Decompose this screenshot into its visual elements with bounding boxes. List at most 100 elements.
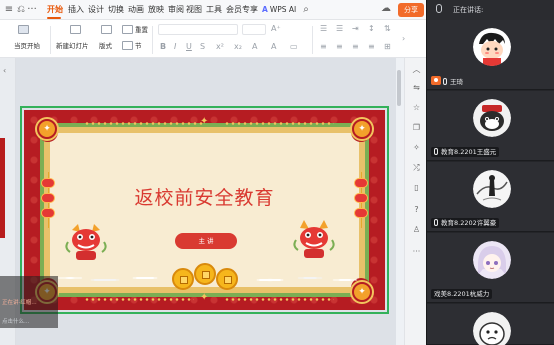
wps-presentation-app: ≡ ⎌ ··· 开始 插入 设计 切换 动画 放映 审阅 视图 工具 会员专享 …	[0, 0, 426, 345]
slide-preview[interactable]: ✦ ✦ ✦ ✦ ✦ ✦ 返校前安全教育 主 讲	[24, 110, 385, 310]
participant-name-text: 王琦	[450, 78, 463, 86]
menu-tools[interactable]: 工具	[206, 4, 222, 16]
wps-ai-icon: A	[262, 5, 268, 14]
menu-slideshow[interactable]: 放映	[148, 4, 164, 16]
menu-icon[interactable]: ≡	[3, 3, 15, 17]
menu-member[interactable]: 会员专享	[226, 4, 258, 16]
floating-caption-overlay[interactable]: 正在讲·红帽… 点击什么…	[0, 276, 58, 328]
underline-icon[interactable]: U	[186, 42, 192, 52]
align-right-icon[interactable]: ≡	[352, 42, 359, 52]
layout-icon[interactable]	[101, 25, 112, 34]
expand-ribbon-icon[interactable]: ›	[402, 34, 405, 44]
section-icon[interactable]	[122, 41, 133, 50]
menu-animation[interactable]: 动画	[128, 4, 144, 16]
grow-font-icon[interactable]: A⁺	[271, 24, 281, 34]
shirt-icon[interactable]: ♙	[411, 224, 422, 235]
presenter-badge: 主 讲	[175, 233, 237, 249]
justify-icon[interactable]: ≡	[368, 42, 375, 52]
bullets-icon[interactable]: ☰	[320, 24, 327, 34]
participant-tile[interactable]: 王琦	[427, 20, 554, 90]
menu-view[interactable]: 视图	[186, 4, 202, 16]
overlay-line-1: 正在讲·红帽…	[2, 300, 37, 306]
numbering-icon[interactable]: ☰	[336, 24, 343, 34]
share-button[interactable]: 分享	[398, 3, 424, 17]
participant-name: 戏美8.2201杭威力	[431, 289, 493, 300]
help-icon[interactable]: ?	[411, 204, 422, 215]
participant-tile[interactable]: 教育8.2201王盛元	[427, 91, 554, 161]
copy-icon[interactable]: ❐	[411, 122, 422, 133]
mic-status-icon	[434, 148, 438, 155]
subscript-icon[interactable]: x₂	[234, 42, 242, 52]
mic-status-icon	[434, 219, 438, 226]
more-tools-icon[interactable]: ···	[411, 246, 422, 257]
new-slide-label[interactable]: 新建幻灯片	[56, 42, 89, 51]
vertical-scrollbar[interactable]	[397, 70, 401, 106]
menu-design[interactable]: 设计	[88, 4, 104, 16]
coin-icon	[172, 268, 194, 290]
bold-icon[interactable]: B	[160, 42, 166, 52]
new-slide-icon[interactable]	[70, 25, 81, 34]
ribbon-divider	[312, 26, 313, 54]
ribbon-divider	[50, 26, 51, 54]
wps-ai-label: WPS AI	[269, 5, 297, 14]
overlay-line-2: 点击什么…	[2, 319, 30, 325]
menu-transitions[interactable]: 切换	[108, 4, 124, 16]
distribute-icon[interactable]: ⊞	[384, 42, 391, 52]
more-icon[interactable]: ···	[26, 3, 38, 17]
gold-dots	[224, 122, 334, 125]
indent-icon[interactable]: ⇥	[352, 24, 359, 34]
active-tab-indicator	[47, 17, 61, 19]
book-icon[interactable]: ▯	[411, 182, 422, 193]
play-from-current-label[interactable]: 当页开始	[14, 42, 40, 51]
animation-icon[interactable]: ✧	[411, 142, 422, 153]
meeting-participants-panel: 正在讲话: 王琦 教育8.2201王盛元 教育8.2202许翼豪 戏美8.220…	[426, 0, 554, 345]
section-label[interactable]: 节	[135, 42, 142, 51]
font-name-select[interactable]	[158, 24, 238, 35]
slide-title: 返校前安全教育	[134, 187, 275, 209]
collapse-icon[interactable]: ︿	[411, 64, 422, 75]
star-ornament: ✦	[200, 292, 209, 303]
font-color-icon[interactable]: A	[252, 42, 257, 52]
reset-icon[interactable]	[122, 25, 133, 34]
coin-icon	[194, 263, 216, 285]
shadow-icon[interactable]: ▭	[290, 42, 298, 52]
search-icon[interactable]: ⌕	[300, 3, 312, 17]
font-size-select[interactable]	[242, 24, 266, 35]
play-from-current-icon[interactable]	[18, 25, 29, 34]
avatar	[473, 241, 511, 279]
strikethrough-icon[interactable]: S	[200, 42, 205, 52]
participant-name: 教育8.2202许翼豪	[431, 218, 500, 229]
avatar	[473, 170, 511, 208]
participant-tile[interactable]: 教育8.2202许翼豪	[427, 162, 554, 232]
transition-icon[interactable]: ⤮	[411, 162, 422, 173]
line-spacing-icon[interactable]: ↕	[368, 24, 375, 34]
star-icon[interactable]: ☆	[411, 102, 422, 113]
cloud-sync-icon[interactable]: ☁	[381, 3, 391, 14]
align-center-icon[interactable]: ≡	[336, 42, 343, 52]
reset-label[interactable]: 重置	[135, 26, 148, 35]
speaking-label: 正在讲话:	[453, 6, 484, 14]
superscript-icon[interactable]: x²	[216, 42, 224, 52]
collapse-panel-icon[interactable]: ‹	[3, 66, 6, 75]
wps-ai-button[interactable]: A WPS AI	[262, 4, 296, 16]
speaking-header: 正在讲话:	[427, 0, 554, 20]
host-icon	[431, 76, 441, 85]
slide-thumbnail[interactable]	[0, 138, 5, 238]
microphone-icon	[436, 4, 442, 13]
italic-icon[interactable]: I	[174, 42, 176, 52]
avatar	[473, 28, 511, 66]
highlight-icon[interactable]: A	[271, 42, 276, 52]
avatar	[473, 312, 511, 345]
participant-name: 教育8.2201王盛元	[431, 147, 500, 158]
text-direction-icon[interactable]: ⇅	[384, 24, 391, 34]
menu-home[interactable]: 开始	[47, 4, 63, 16]
participant-name-text: 教育8.2202许翼豪	[441, 219, 497, 227]
corner-ornament	[352, 119, 372, 139]
layout-label[interactable]: 版式	[99, 42, 112, 51]
participant-tile[interactable]	[427, 304, 554, 345]
participant-tile[interactable]: 戏美8.2201杭威力	[427, 233, 554, 303]
property-icon[interactable]: ⇋	[411, 82, 422, 93]
menu-insert[interactable]: 插入	[68, 4, 84, 16]
align-left-icon[interactable]: ≡	[320, 42, 327, 52]
menu-review[interactable]: 审阅	[168, 4, 184, 16]
